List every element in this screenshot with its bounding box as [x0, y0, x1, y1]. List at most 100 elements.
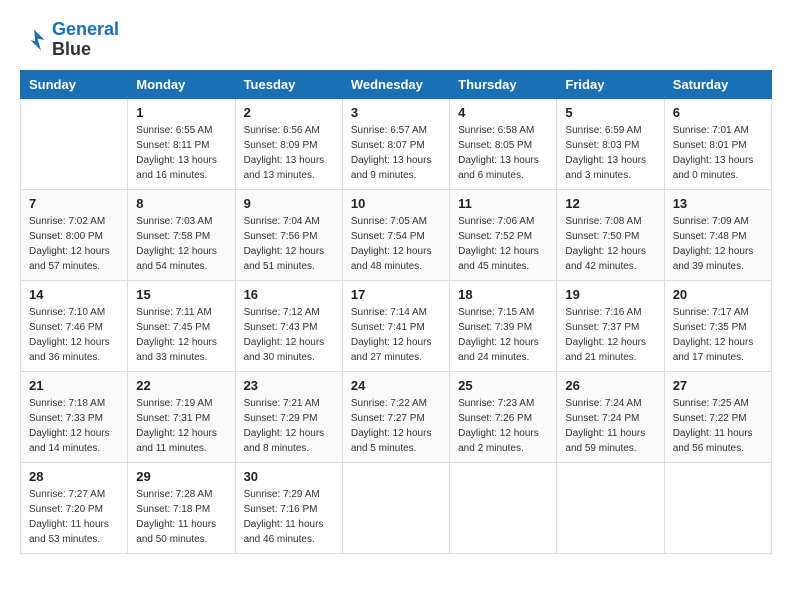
calendar-week-row: 21 Sunrise: 7:18 AMSunset: 7:33 PMDayligh… — [21, 371, 772, 462]
day-number: 28 — [29, 469, 119, 484]
calendar-cell: 12 Sunrise: 7:08 AMSunset: 7:50 PMDayligh… — [557, 189, 664, 280]
day-info: Sunrise: 7:17 AMSunset: 7:35 PMDaylight:… — [673, 305, 763, 365]
calendar-cell: 14 Sunrise: 7:10 AMSunset: 7:46 PMDayligh… — [21, 280, 128, 371]
day-info: Sunrise: 7:05 AMSunset: 7:54 PMDaylight:… — [351, 214, 441, 274]
calendar-cell: 24 Sunrise: 7:22 AMSunset: 7:27 PMDayligh… — [342, 371, 449, 462]
day-info: Sunrise: 7:21 AMSunset: 7:29 PMDaylight:… — [244, 396, 334, 456]
day-info: Sunrise: 7:25 AMSunset: 7:22 PMDaylight:… — [673, 396, 763, 456]
calendar-cell: 28 Sunrise: 7:27 AMSunset: 7:20 PMDayligh… — [21, 462, 128, 553]
day-info: Sunrise: 7:15 AMSunset: 7:39 PMDaylight:… — [458, 305, 548, 365]
calendar-cell: 9 Sunrise: 7:04 AMSunset: 7:56 PMDaylight… — [235, 189, 342, 280]
day-info: Sunrise: 7:08 AMSunset: 7:50 PMDaylight:… — [565, 214, 655, 274]
calendar-week-row: 28 Sunrise: 7:27 AMSunset: 7:20 PMDayligh… — [21, 462, 772, 553]
calendar-cell — [557, 462, 664, 553]
weekday-header: Friday — [557, 70, 664, 98]
day-number: 6 — [673, 105, 763, 120]
weekday-header: Sunday — [21, 70, 128, 98]
calendar-cell: 17 Sunrise: 7:14 AMSunset: 7:41 PMDayligh… — [342, 280, 449, 371]
day-number: 24 — [351, 378, 441, 393]
calendar-cell: 18 Sunrise: 7:15 AMSunset: 7:39 PMDayligh… — [450, 280, 557, 371]
day-number: 22 — [136, 378, 226, 393]
day-number: 12 — [565, 196, 655, 211]
day-info: Sunrise: 7:24 AMSunset: 7:24 PMDaylight:… — [565, 396, 655, 456]
weekday-header: Wednesday — [342, 70, 449, 98]
calendar-cell: 29Sunrise: 7:28 AMSunset: 7:18 PMDayligh… — [128, 462, 235, 553]
day-number: 19 — [565, 287, 655, 302]
day-number: 10 — [351, 196, 441, 211]
day-number: 5 — [565, 105, 655, 120]
day-number: 29 — [136, 469, 226, 484]
calendar-cell: 26 Sunrise: 7:24 AMSunset: 7:24 PMDayligh… — [557, 371, 664, 462]
day-info: Sunrise: 7:06 AMSunset: 7:52 PMDaylight:… — [458, 214, 548, 274]
calendar-week-row: 14 Sunrise: 7:10 AMSunset: 7:46 PMDayligh… — [21, 280, 772, 371]
calendar-cell: 16Sunrise: 7:12 AMSunset: 7:43 PMDayligh… — [235, 280, 342, 371]
calendar-cell — [342, 462, 449, 553]
calendar-cell: 22 Sunrise: 7:19 AMSunset: 7:31 PMDayligh… — [128, 371, 235, 462]
logo: General Blue — [20, 20, 119, 60]
calendar-cell: 27Sunrise: 7:25 AMSunset: 7:22 PMDayligh… — [664, 371, 771, 462]
calendar-cell: 21 Sunrise: 7:18 AMSunset: 7:33 PMDayligh… — [21, 371, 128, 462]
day-number: 9 — [244, 196, 334, 211]
day-info: Sunrise: 7:19 AMSunset: 7:31 PMDaylight:… — [136, 396, 226, 456]
day-number: 23 — [244, 378, 334, 393]
day-info: Sunrise: 7:03 AMSunset: 7:58 PMDaylight:… — [136, 214, 226, 274]
day-info: Sunrise: 7:18 AMSunset: 7:33 PMDaylight:… — [29, 396, 119, 456]
calendar-cell: 8 Sunrise: 7:03 AMSunset: 7:58 PMDaylight… — [128, 189, 235, 280]
day-number: 20 — [673, 287, 763, 302]
page-header: General Blue — [20, 20, 772, 60]
day-number: 11 — [458, 196, 548, 211]
calendar-week-row: 7 Sunrise: 7:02 AMSunset: 8:00 PMDaylight… — [21, 189, 772, 280]
day-info: Sunrise: 7:10 AMSunset: 7:46 PMDaylight:… — [29, 305, 119, 365]
day-number: 26 — [565, 378, 655, 393]
calendar-cell: 1Sunrise: 6:55 AMSunset: 8:11 PMDaylight… — [128, 98, 235, 189]
day-number: 7 — [29, 196, 119, 211]
day-number: 15 — [136, 287, 226, 302]
weekday-header: Tuesday — [235, 70, 342, 98]
calendar-cell: 5 Sunrise: 6:59 AMSunset: 8:03 PMDaylight… — [557, 98, 664, 189]
logo-icon — [20, 26, 48, 54]
weekday-header: Saturday — [664, 70, 771, 98]
day-info: Sunrise: 7:23 AMSunset: 7:26 PMDaylight:… — [458, 396, 548, 456]
calendar-cell: 20 Sunrise: 7:17 AMSunset: 7:35 PMDayligh… — [664, 280, 771, 371]
day-number: 16 — [244, 287, 334, 302]
calendar-cell: 19 Sunrise: 7:16 AMSunset: 7:37 PMDayligh… — [557, 280, 664, 371]
day-number: 21 — [29, 378, 119, 393]
day-number: 2 — [244, 105, 334, 120]
calendar-cell: 15 Sunrise: 7:11 AMSunset: 7:45 PMDayligh… — [128, 280, 235, 371]
calendar-cell: 7 Sunrise: 7:02 AMSunset: 8:00 PMDaylight… — [21, 189, 128, 280]
calendar-cell: 11 Sunrise: 7:06 AMSunset: 7:52 PMDayligh… — [450, 189, 557, 280]
calendar-cell: 23 Sunrise: 7:21 AMSunset: 7:29 PMDayligh… — [235, 371, 342, 462]
calendar-cell — [450, 462, 557, 553]
calendar-table: SundayMondayTuesdayWednesdayThursdayFrid… — [20, 70, 772, 554]
calendar-cell: 6 Sunrise: 7:01 AMSunset: 8:01 PMDaylight… — [664, 98, 771, 189]
calendar-cell: 13Sunrise: 7:09 AMSunset: 7:48 PMDayligh… — [664, 189, 771, 280]
day-info: Sunrise: 6:58 AMSunset: 8:05 PMDaylight:… — [458, 123, 548, 183]
day-info: Sunrise: 6:59 AMSunset: 8:03 PMDaylight:… — [565, 123, 655, 183]
calendar-cell: 25 Sunrise: 7:23 AMSunset: 7:26 PMDayligh… — [450, 371, 557, 462]
day-info: Sunrise: 6:57 AMSunset: 8:07 PMDaylight:… — [351, 123, 441, 183]
day-info: Sunrise: 7:01 AMSunset: 8:01 PMDaylight:… — [673, 123, 763, 183]
day-number: 4 — [458, 105, 548, 120]
day-info: Sunrise: 7:11 AMSunset: 7:45 PMDaylight:… — [136, 305, 226, 365]
day-info: Sunrise: 7:29 AMSunset: 7:16 PMDaylight:… — [244, 487, 334, 547]
day-number: 14 — [29, 287, 119, 302]
weekday-header: Monday — [128, 70, 235, 98]
day-info: Sunrise: 7:14 AMSunset: 7:41 PMDaylight:… — [351, 305, 441, 365]
day-info: Sunrise: 7:22 AMSunset: 7:27 PMDaylight:… — [351, 396, 441, 456]
day-info: Sunrise: 7:27 AMSunset: 7:20 PMDaylight:… — [29, 487, 119, 547]
day-info: Sunrise: 7:16 AMSunset: 7:37 PMDaylight:… — [565, 305, 655, 365]
day-info: Sunrise: 7:02 AMSunset: 8:00 PMDaylight:… — [29, 214, 119, 274]
day-info: Sunrise: 7:09 AMSunset: 7:48 PMDaylight:… — [673, 214, 763, 274]
day-number: 30 — [244, 469, 334, 484]
calendar-cell: 30 Sunrise: 7:29 AMSunset: 7:16 PMDayligh… — [235, 462, 342, 553]
day-number: 8 — [136, 196, 226, 211]
day-info: Sunrise: 7:04 AMSunset: 7:56 PMDaylight:… — [244, 214, 334, 274]
day-number: 25 — [458, 378, 548, 393]
day-number: 18 — [458, 287, 548, 302]
day-number: 3 — [351, 105, 441, 120]
calendar-header-row: SundayMondayTuesdayWednesdayThursdayFrid… — [21, 70, 772, 98]
calendar-cell — [664, 462, 771, 553]
day-number: 17 — [351, 287, 441, 302]
day-info: Sunrise: 6:55 AMSunset: 8:11 PMDaylight:… — [136, 123, 226, 183]
logo-text: General Blue — [52, 20, 119, 60]
